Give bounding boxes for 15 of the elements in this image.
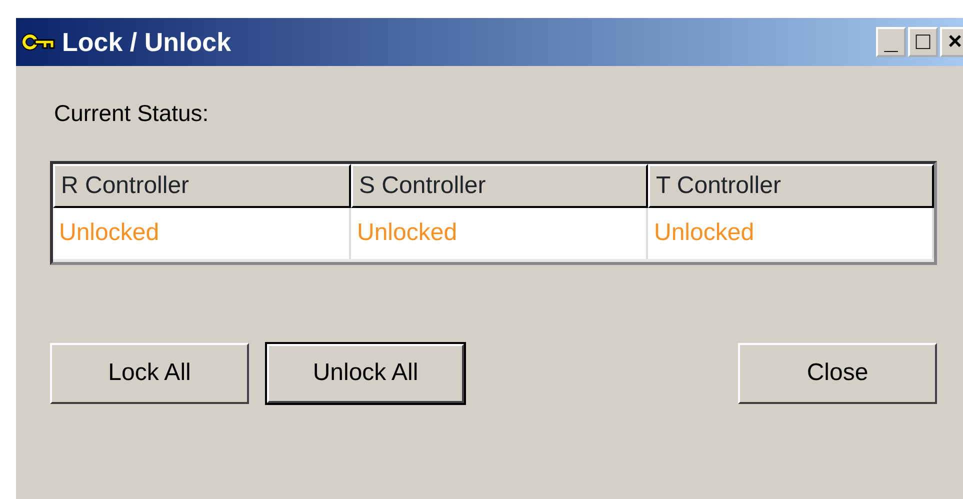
minimize-button[interactable]: _ <box>876 27 906 57</box>
dialog-button[interactable]: Lock All <box>50 342 249 404</box>
table-cell: Unlocked <box>53 208 351 258</box>
maximize-button[interactable]: □ <box>908 27 938 57</box>
window-title: Lock / Unlock <box>62 26 232 58</box>
dialog-button[interactable]: Unlock All <box>266 342 465 404</box>
table-cell: Unlocked <box>351 208 648 258</box>
key-icon <box>22 33 56 51</box>
column-header[interactable]: T Controller <box>648 164 934 208</box>
table-cell: Unlocked <box>648 208 934 258</box>
close-button[interactable]: × <box>940 27 963 57</box>
column-header[interactable]: S Controller <box>351 164 648 208</box>
dialog-button[interactable]: Close <box>738 342 937 404</box>
status-label: Current Status: <box>54 99 210 128</box>
column-header[interactable]: R Controller <box>53 164 351 208</box>
